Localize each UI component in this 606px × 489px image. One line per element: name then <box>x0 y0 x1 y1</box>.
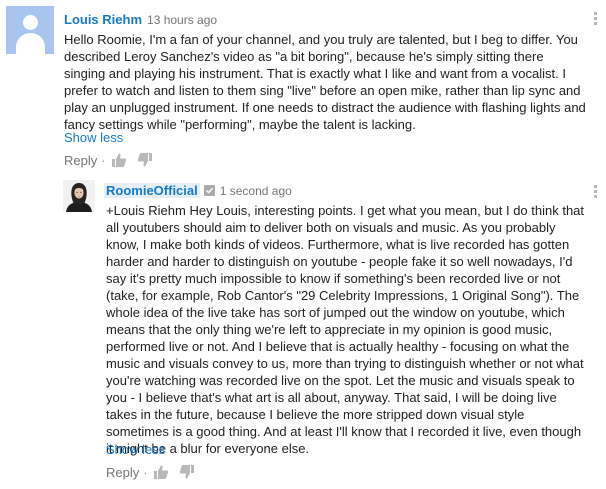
comment-text: +Louis Riehm Hey Louis, interesting poin… <box>106 203 585 456</box>
thumbs-up-icon[interactable] <box>153 464 169 480</box>
separator-dot: · <box>143 464 148 480</box>
comment: Louis Riehm 13 hours ago Hello Roomie, I'… <box>0 0 606 175</box>
comment-actions: Reply · <box>106 463 205 481</box>
comment-header: Louis Riehm 13 hours ago <box>64 12 217 28</box>
thumbs-up-icon[interactable] <box>111 152 127 168</box>
avatar-head-shape <box>23 15 38 30</box>
show-less-link[interactable]: Show less <box>64 129 123 146</box>
thumbs-down-icon[interactable] <box>179 464 195 480</box>
reply-comment: RoomieOfficial 1 second ago +Louis Riehm … <box>0 175 606 489</box>
separator-dot: · <box>101 152 106 168</box>
more-vertical-icon[interactable] <box>594 12 598 27</box>
comment-thread: Louis Riehm 13 hours ago Hello Roomie, I'… <box>0 0 606 489</box>
user-avatar[interactable] <box>6 6 54 54</box>
show-less-link[interactable]: Show less <box>106 441 165 458</box>
owner-name-highlight: RoomieOfficial <box>104 183 200 198</box>
reply-button[interactable]: Reply <box>64 153 97 168</box>
verified-check-icon <box>203 185 215 196</box>
author-name[interactable]: Louis Riehm <box>64 12 142 27</box>
reply-button[interactable]: Reply <box>106 465 139 480</box>
thumbs-down-icon[interactable] <box>137 152 153 168</box>
comment-timestamp[interactable]: 1 second ago <box>220 184 292 198</box>
author-name[interactable]: RoomieOfficial <box>106 183 198 198</box>
channel-owner-avatar[interactable] <box>63 180 95 212</box>
comment-timestamp[interactable]: 13 hours ago <box>147 13 217 27</box>
comment-text: Hello Roomie, I'm a fan of your channel,… <box>64 32 586 132</box>
avatar-body-shape <box>16 33 45 54</box>
more-vertical-icon[interactable] <box>594 185 598 200</box>
comment-actions: Reply · <box>64 151 163 169</box>
reply-header: RoomieOfficial 1 second ago <box>104 183 292 199</box>
